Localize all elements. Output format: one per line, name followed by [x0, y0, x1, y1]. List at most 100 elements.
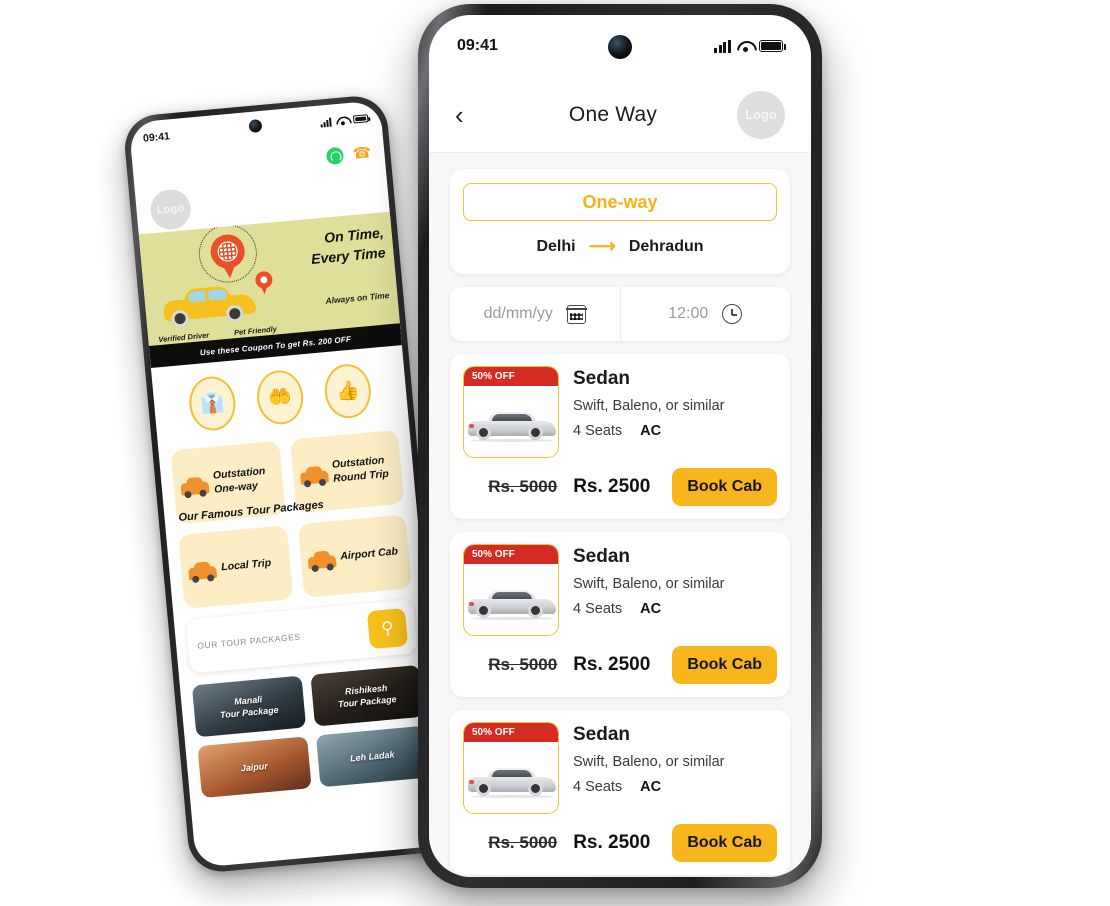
- tour-package-card[interactable]: Jaipur: [197, 736, 312, 799]
- sedan-car-image: [468, 766, 556, 798]
- cab-thumbnail: 50% OFF: [463, 544, 559, 636]
- tour-search-bar[interactable]: OUR TOUR PACKAGES ⚲: [185, 599, 418, 674]
- map-pin-small-icon: [254, 270, 274, 296]
- arrow-right-icon: ⟶: [588, 236, 616, 257]
- tour-package-title: Manali: [233, 694, 263, 707]
- banner-subtitle: Always on Time: [325, 290, 390, 306]
- cab-ac-badge: AC: [640, 601, 662, 617]
- price-original: Rs. 5000: [488, 655, 558, 674]
- sedan-car-image: [468, 410, 556, 442]
- discount-badge-text: 50% OFF: [472, 549, 515, 560]
- cab-thumbnail: 50% OFF: [463, 722, 559, 814]
- price-original: Rs. 5000: [488, 477, 558, 496]
- date-placeholder: dd/mm/yy: [483, 305, 553, 322]
- time-value: 12:00: [668, 305, 709, 322]
- battery-icon: [759, 40, 787, 52]
- front-camera-icon: [608, 35, 632, 59]
- cab-icon: [180, 472, 210, 499]
- tour-package-card[interactable]: Manali Tour Package: [191, 675, 306, 738]
- discount-badge: 50% OFF: [464, 723, 558, 742]
- trip-summary-card: One-way Delhi ⟶ Dehradun: [450, 169, 790, 274]
- cab-option-card[interactable]: 50% OFF Sedan Swift, Baleno, or similar: [450, 532, 790, 697]
- signal-bars-icon: [714, 39, 731, 53]
- discount-badge-text: 50% OFF: [472, 371, 515, 382]
- cab-icon: [306, 546, 337, 573]
- right-phone-screen: 09:41 ‹ One Way Logo One-way Delhi ⟶ Deh…: [429, 15, 811, 877]
- thumbs-up-icon[interactable]: 👍: [322, 362, 374, 421]
- driver-badge-icon[interactable]: 👔: [187, 374, 238, 433]
- app-header: ‹ One Way Logo: [429, 77, 811, 153]
- cab-seats: 4 Seats: [573, 601, 623, 617]
- chevron-left-icon[interactable]: ‹: [455, 102, 489, 128]
- clock-icon[interactable]: [722, 304, 743, 324]
- tab-one-way[interactable]: One-way: [463, 183, 777, 221]
- wifi-icon: [336, 115, 349, 125]
- datetime-row: dd/mm/yy 12:00: [450, 287, 790, 341]
- discount-badge: 50% OFF: [464, 367, 558, 386]
- whatsapp-icon[interactable]: [325, 146, 345, 165]
- tour-package-title: Leh Ladak: [349, 749, 395, 764]
- left-app-logo-text: Logo: [156, 202, 185, 217]
- cab-name: Sedan: [573, 546, 631, 567]
- cab-seats: 4 Seats: [573, 423, 623, 439]
- tour-search-placeholder: OUR TOUR PACKAGES: [196, 631, 302, 651]
- cab-thumbnail: 50% OFF: [463, 366, 559, 458]
- cab-option-card[interactable]: 50% OFF Sedan Swift, Baleno, or similar: [450, 710, 790, 875]
- trip-origin: Delhi: [536, 237, 576, 255]
- price-original: Rs. 5000: [488, 833, 558, 852]
- cab-name: Sedan: [573, 724, 631, 745]
- taxi-illustration: [162, 284, 257, 328]
- trip-route[interactable]: Delhi ⟶ Dehradun: [463, 237, 777, 256]
- price-discounted: Rs. 2500: [573, 476, 651, 497]
- cab-ac-badge: AC: [640, 779, 662, 795]
- right-status-time: 09:41: [457, 37, 498, 54]
- app-logo-text: Logo: [745, 107, 777, 122]
- service-tile-local-trip[interactable]: Local Trip: [178, 525, 293, 609]
- feature-icons-row: 👔 🤲 👍: [151, 351, 408, 444]
- left-phone-bezel: 09:41 ☎ Logo On Time, Every Time Always …: [122, 93, 454, 875]
- left-app-logo[interactable]: Logo: [148, 187, 193, 232]
- cab-ac-badge: AC: [640, 423, 662, 439]
- signal-bars-icon: [320, 117, 332, 128]
- cab-description: Swift, Baleno, or similar: [573, 576, 725, 592]
- service-tile-airport-cab[interactable]: Airport Cab: [297, 514, 412, 599]
- service-tile-label-line1: Outstation: [212, 465, 266, 483]
- calendar-icon[interactable]: [566, 304, 587, 324]
- search-icon[interactable]: ⚲: [366, 607, 409, 650]
- cab-name: Sedan: [573, 368, 631, 389]
- price-discounted: Rs. 2500: [573, 654, 651, 675]
- service-tile-label-line1: Local Trip: [220, 557, 272, 574]
- tour-packages-grid: Manali Tour Package Rishikesh Tour Packa…: [191, 664, 430, 799]
- tour-package-subtitle: Tour Package: [219, 704, 279, 721]
- wifi-icon: [737, 40, 753, 52]
- trip-destination: Dehradun: [628, 237, 704, 255]
- right-phone-mockup: 09:41 ‹ One Way Logo One-way Delhi ⟶ Deh…: [418, 4, 822, 888]
- book-cab-button[interactable]: Book Cab: [672, 646, 777, 684]
- composition-canvas: 09:41 ☎ Logo On Time, Every Time Always …: [0, 0, 1110, 906]
- app-logo[interactable]: Logo: [737, 90, 785, 139]
- tour-package-card[interactable]: Leh Ladak: [315, 725, 430, 788]
- banner-headline: On Time, Every Time: [309, 222, 387, 269]
- book-cab-button[interactable]: Book Cab: [672, 824, 777, 862]
- tour-package-card[interactable]: Rishikesh Tour Package: [309, 664, 424, 727]
- sedan-car-image: [468, 588, 556, 620]
- cab-icon: [187, 557, 218, 584]
- time-input[interactable]: 12:00: [619, 287, 791, 341]
- page-title: One Way: [568, 102, 658, 126]
- tab-one-way-label: One-way: [582, 191, 658, 212]
- left-phone-mockup: 09:41 ☎ Logo On Time, Every Time Always …: [122, 93, 454, 875]
- tour-package-title: Jaipur: [240, 760, 269, 774]
- cab-seats: 4 Seats: [573, 779, 623, 795]
- cab-option-card[interactable]: 50% OFF Sedan Swift, Baleno, or similar: [450, 354, 790, 519]
- cab-icon: [299, 461, 329, 488]
- cab-description: Swift, Baleno, or similar: [573, 754, 725, 770]
- price-discounted: Rs. 2500: [573, 832, 651, 853]
- battery-icon: [352, 114, 369, 124]
- book-cab-button[interactable]: Book Cab: [672, 468, 777, 506]
- care-hands-icon[interactable]: 🤲: [254, 368, 306, 427]
- date-input[interactable]: dd/mm/yy: [450, 287, 620, 341]
- phone-call-icon[interactable]: ☎: [352, 144, 372, 163]
- left-phone-screen: 09:41 ☎ Logo On Time, Every Time Always …: [128, 100, 448, 868]
- discount-badge: 50% OFF: [464, 545, 558, 564]
- right-phone-bezel: 09:41 ‹ One Way Logo One-way Delhi ⟶ Deh…: [418, 4, 822, 888]
